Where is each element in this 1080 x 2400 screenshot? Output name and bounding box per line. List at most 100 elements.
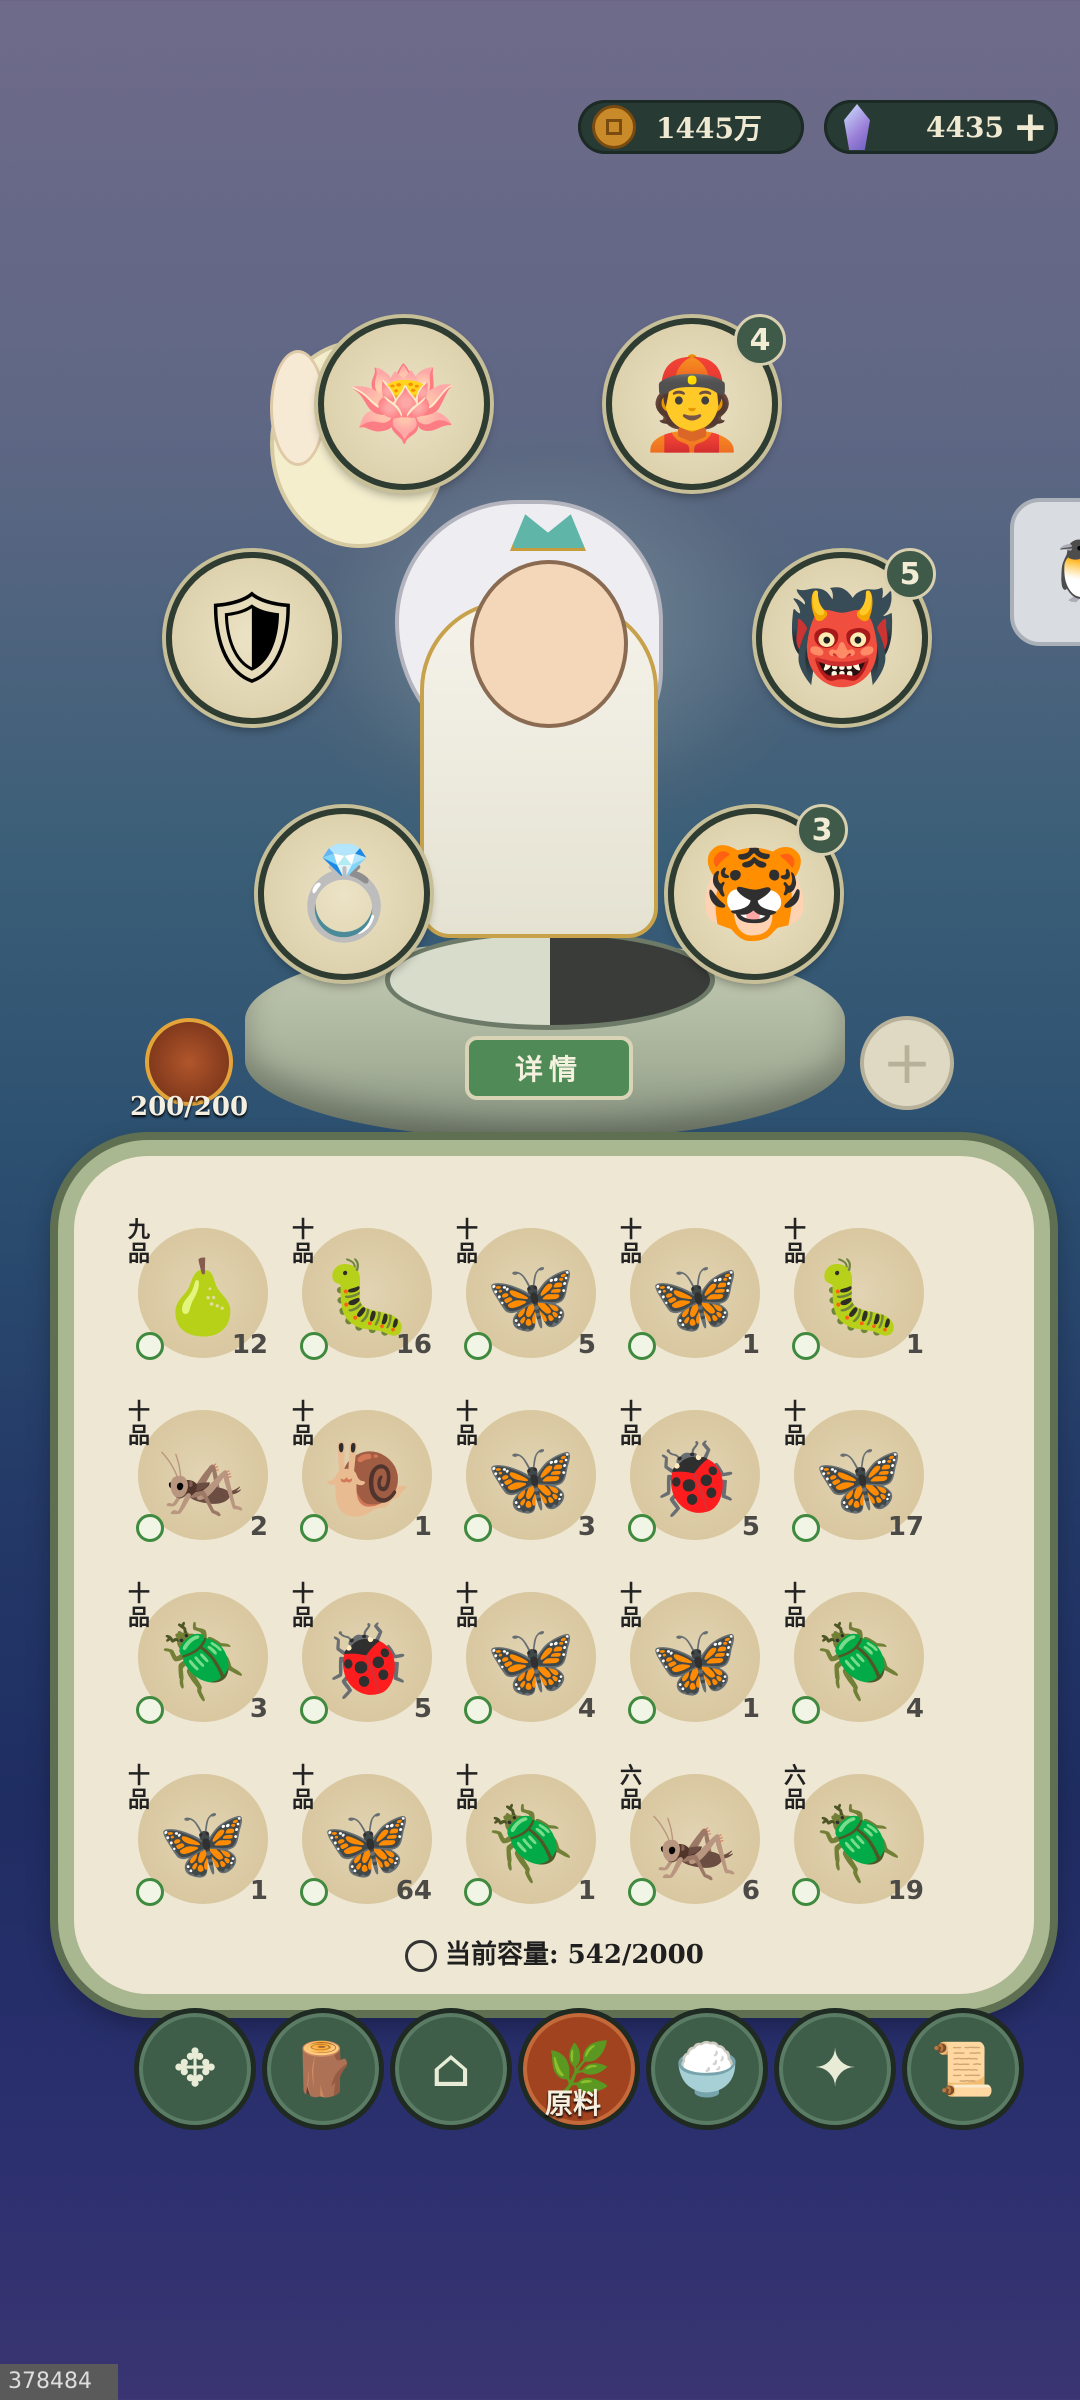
leaf-icon (464, 1878, 492, 1906)
item-count: 3 (577, 1512, 596, 1542)
leaf-icon (300, 1332, 328, 1360)
lotus-lamp-icon: 🪷 (347, 351, 461, 456)
inventory-item[interactable]: 十品 🦋 4 (456, 1582, 606, 1732)
item-grade: 十品 (128, 1763, 151, 1813)
item-grade: 十品 (292, 1581, 315, 1631)
inventory-item[interactable]: 十品 🪲 4 (784, 1582, 934, 1732)
item-grade: 六品 (620, 1763, 643, 1813)
item-grade: 十品 (456, 1399, 479, 1449)
leaf-icon (136, 1514, 164, 1542)
coin-counter: 1445万 (578, 100, 804, 154)
inventory-item[interactable]: 六品 🦗 6 (620, 1764, 770, 1914)
item-grade: 十品 (128, 1581, 151, 1631)
nav-food-icon: 🍚 (674, 2039, 740, 2100)
capacity-icon (405, 1940, 437, 1972)
item-grade: 九品 (128, 1217, 151, 1267)
leaf-icon (628, 1878, 656, 1906)
item-icon: 🦋 (486, 1255, 576, 1339)
item-icon: 🍐 (158, 1255, 248, 1339)
nav-scroll-icon: 📜 (930, 2039, 996, 2100)
item-count: 12 (231, 1330, 268, 1360)
coin-amount: 1445万 (656, 112, 762, 145)
nav-active-label: 原料 (544, 2087, 601, 2120)
item-grade: 十品 (784, 1217, 807, 1267)
add-gems-button[interactable]: + (1013, 106, 1048, 148)
item-grade: 十品 (292, 1763, 315, 1813)
inventory-item[interactable]: 六品 🪲 19 (784, 1764, 934, 1914)
inventory-item[interactable]: 十品 🦋 17 (784, 1400, 934, 1550)
item-icon: 🐌 (322, 1437, 412, 1521)
stamina-value: 200/200 (130, 1092, 249, 1122)
leaf-icon (628, 1332, 656, 1360)
inventory-item[interactable]: 十品 🐞 5 (292, 1582, 442, 1732)
item-count: 4 (905, 1694, 924, 1724)
jade-ring-icon: 💍 (287, 841, 401, 946)
add-slot-button[interactable]: + (860, 1016, 954, 1110)
item-grade: 十品 (128, 1399, 151, 1449)
side-tab[interactable]: 🐧 (1010, 498, 1080, 646)
hero-head (470, 560, 628, 728)
equip-slot-jade-ring[interactable]: 💍 (258, 808, 430, 980)
item-grade: 六品 (784, 1763, 807, 1813)
item-count: 19 (887, 1876, 924, 1906)
equip-slot-tiger-spirit[interactable]: 🐯 3 (668, 804, 848, 980)
official-spirit-icon: 👲 (635, 351, 749, 456)
inventory-item[interactable]: 十品 🐌 1 (292, 1400, 442, 1550)
nav-house-button[interactable]: ⌂ (390, 2008, 512, 2130)
inventory-item[interactable]: 十品 🐞 5 (620, 1400, 770, 1550)
nav-scroll-button[interactable]: 📜 (902, 2008, 1024, 2130)
item-grade: 十品 (784, 1399, 807, 1449)
gem-icon (844, 104, 870, 150)
item-grade: 十品 (456, 1217, 479, 1267)
item-icon: 🐞 (322, 1619, 412, 1703)
inventory-item[interactable]: 十品 🪲 1 (456, 1764, 606, 1914)
nav-shard-button[interactable]: ✦ (774, 2008, 896, 2130)
item-count: 5 (741, 1512, 760, 1542)
equip-slot-fire-ghost[interactable]: 👹 5 (756, 548, 936, 724)
level-badge: 3 (796, 804, 848, 856)
item-icon: 🦋 (650, 1255, 740, 1339)
item-icon: 🦗 (158, 1437, 248, 1521)
nav-all-button[interactable]: ✥ (134, 2008, 256, 2130)
coin-icon (592, 105, 636, 149)
item-icon: 🦋 (486, 1619, 576, 1703)
inventory-item[interactable]: 九品 🍐 12 (128, 1218, 278, 1368)
item-grade: 十品 (620, 1217, 643, 1267)
leaf-icon (464, 1514, 492, 1542)
leaf-icon (464, 1332, 492, 1360)
item-grade: 十品 (292, 1217, 315, 1267)
leaf-icon (300, 1514, 328, 1542)
yinyang-platform (385, 930, 715, 1030)
nav-food-button[interactable]: 🍚 (646, 2008, 768, 2130)
leaf-icon (300, 1878, 328, 1906)
item-icon: 🪲 (814, 1619, 904, 1703)
item-grade: 十品 (620, 1399, 643, 1449)
item-icon: 🦋 (814, 1437, 904, 1521)
item-icon: 🐛 (814, 1255, 904, 1339)
leaf-icon (300, 1696, 328, 1724)
nav-wood-button[interactable]: 🪵 (262, 2008, 384, 2130)
tiger-spirit-icon: 🐯 (697, 841, 811, 946)
item-grade: 十品 (292, 1399, 315, 1449)
detail-button[interactable]: 详情 (465, 1036, 633, 1100)
leaf-icon (136, 1696, 164, 1724)
inventory-item[interactable]: 十品 🪲 3 (128, 1582, 278, 1732)
item-count: 1 (413, 1512, 432, 1542)
watermark-id: 378484 (0, 2364, 118, 2400)
inventory-item[interactable]: 十品 🦋 1 (620, 1218, 770, 1368)
inventory-item[interactable]: 十品 🐛 1 (784, 1218, 934, 1368)
inventory-item[interactable]: 十品 🦗 2 (128, 1400, 278, 1550)
inventory-item[interactable]: 十品 🦋 1 (128, 1764, 278, 1914)
leaf-icon (792, 1878, 820, 1906)
inventory-item[interactable]: 十品 🦋 64 (292, 1764, 442, 1914)
inventory-item[interactable]: 十品 🦋 3 (456, 1400, 606, 1550)
equip-slot-golden-armor[interactable]: 🛡 (166, 552, 338, 724)
inventory-item[interactable]: 十品 🦋 1 (620, 1582, 770, 1732)
inventory-item[interactable]: 十品 🦋 5 (456, 1218, 606, 1368)
inventory-item[interactable]: 十品 🐛 16 (292, 1218, 442, 1368)
item-count: 1 (905, 1330, 924, 1360)
equip-slot-official-spirit[interactable]: 👲 4 (606, 314, 786, 490)
equip-slot-lotus-lamp[interactable]: 🪷 (318, 318, 490, 490)
capacity-label: 当前容量: 542/2000 (405, 1934, 704, 1972)
level-badge: 5 (884, 548, 936, 600)
